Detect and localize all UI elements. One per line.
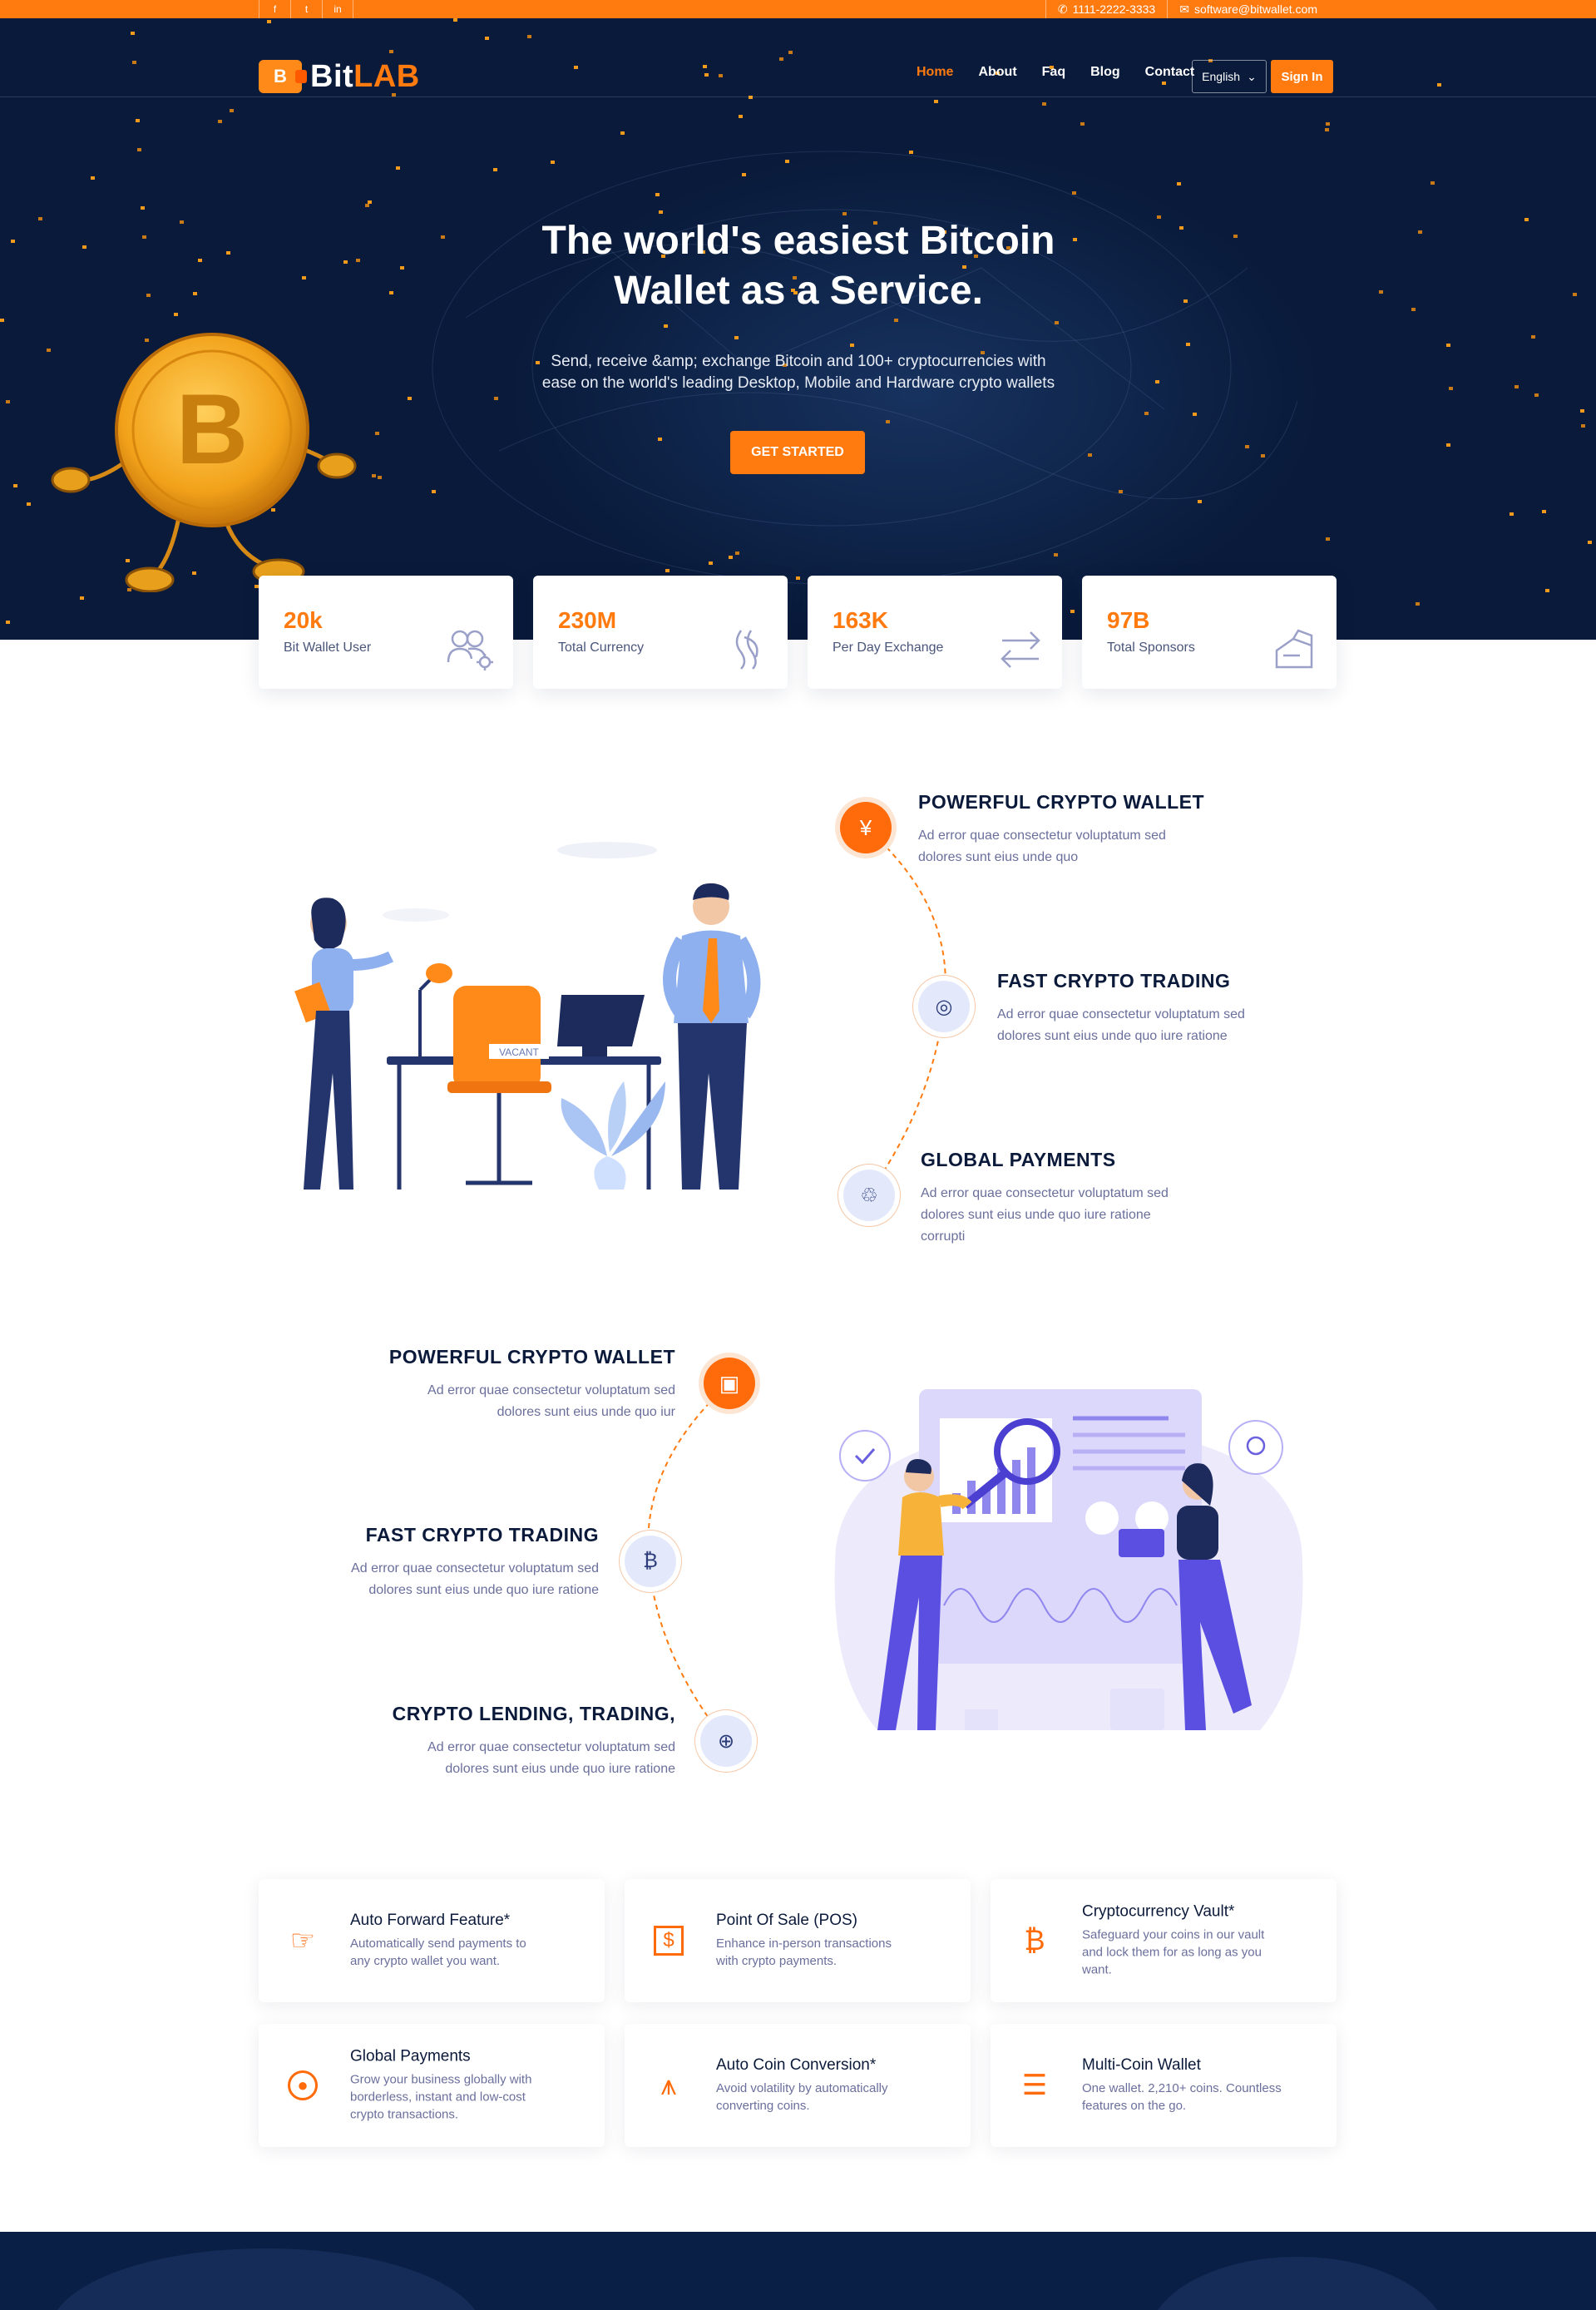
feature-item: CRYPTO LENDING, TRADING, Ad error quae c… <box>392 1703 675 1776</box>
chair-sign: VACANT <box>499 1046 539 1058</box>
feature-icon-circle: ◎ <box>918 981 970 1032</box>
feature-card[interactable]: ₿ Cryptocurrency Vault* Safeguard your c… <box>991 1879 1337 2002</box>
wallet-icon: ▣ <box>719 1370 740 1396</box>
feature-icon-circle: ₿ <box>625 1536 676 1587</box>
feature-item: GLOBAL PAYMENTS Ad error quae consectetu… <box>921 1149 1169 1244</box>
coins-stack-icon: ☰ <box>1021 2070 1048 2101</box>
pointing-hand-icon: ☞ <box>289 1925 316 1956</box>
feature-item: FAST CRYPTO TRADING Ad error quae consec… <box>997 970 1245 1043</box>
feature-card[interactable]: ⩚ Auto Coin Conversion* Avoid volatility… <box>625 2024 971 2147</box>
office-team-illustration: VACANT <box>294 842 761 1190</box>
feature-card[interactable]: ● Global Payments Grow your business glo… <box>259 2024 605 2147</box>
feature-item: FAST CRYPTO TRADING Ad error quae consec… <box>351 1524 599 1597</box>
bitcoin-icon: ₿ <box>1024 1924 1045 1956</box>
conversion-icon: ⩚ <box>660 2069 677 2101</box>
next-section-band <box>0 2232 1596 2310</box>
feature-icon-circle: ▣ <box>704 1358 755 1409</box>
feature-icon-circle: ♲ <box>843 1170 895 1221</box>
globe-coin-icon: ⊕ <box>717 1729 735 1753</box>
bitcoin-icon: ₿ <box>643 1550 658 1572</box>
feature-card[interactable]: ☰ Multi-Coin Wallet One wallet. 2,210+ c… <box>991 2024 1337 2147</box>
feature-icon-circle: ¥ <box>840 802 892 853</box>
feature-card[interactable]: ☞ Auto Forward Feature* Automatically se… <box>259 1879 605 2002</box>
recycle-icon: ♲ <box>860 1184 878 1207</box>
analytics-team-illustration <box>834 1389 1303 1730</box>
feature-item: POWERFUL CRYPTO WALLET Ad error quae con… <box>918 791 1205 864</box>
feature-item: POWERFUL CRYPTO WALLET Ad error quae con… <box>388 1346 675 1419</box>
feature-card[interactable]: $ Point Of Sale (POS) Enhance in-person … <box>625 1879 971 2002</box>
yen-coin-icon: ¥ <box>859 814 872 840</box>
pos-dollar-icon: $ <box>650 1922 688 1960</box>
feature-icon-circle: ⊕ <box>700 1715 752 1767</box>
globe-icon: ● <box>284 2066 322 2105</box>
coin-stack-icon: ◎ <box>935 995 953 1018</box>
